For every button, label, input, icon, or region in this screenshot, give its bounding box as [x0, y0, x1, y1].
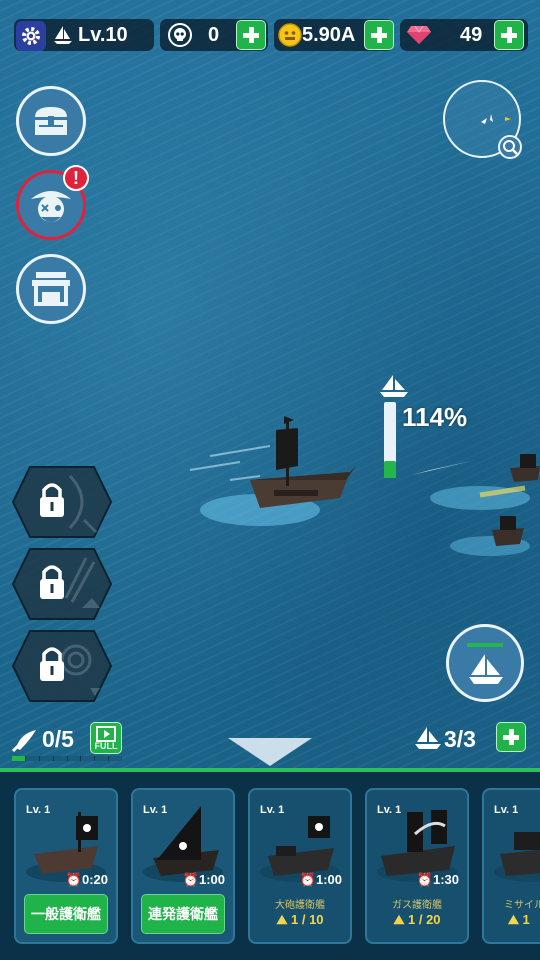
- escort-card-4[interactable]: Lv. 1 ⏰1:30 ガス護衛艦 ⛰ 1 / 20: [365, 788, 469, 944]
- video-icon: [96, 726, 116, 742]
- locked-slot-1[interactable]: [12, 466, 112, 538]
- watch-video-refill-button[interactable]: FULL: [90, 722, 122, 754]
- pirate-icon: [31, 191, 71, 222]
- skull-icon: [168, 23, 192, 47]
- missile-segment: [39, 756, 53, 761]
- clock-icon: ⏰: [416, 872, 433, 887]
- card-name: ミサイル: [504, 900, 540, 911]
- gem-icon: [407, 25, 431, 44]
- minimap[interactable]: [443, 80, 522, 159]
- escort-card-1[interactable]: Lv. 1 ⏰0:20 一般護衛艦: [14, 788, 118, 944]
- fleet-power-gauge: [384, 402, 396, 478]
- locked-slot-2[interactable]: [12, 548, 112, 620]
- ship-count: 3/3: [444, 726, 476, 752]
- missile-segment: [109, 756, 122, 761]
- sailboat-icon: [469, 654, 503, 684]
- add-skull-button[interactable]: [236, 20, 266, 50]
- build-escort-button[interactable]: 一般護衛艦: [24, 894, 108, 934]
- card-progress: ⛰ 1 / 10: [276, 912, 324, 927]
- card-name: ガス護衛艦: [392, 900, 442, 911]
- skull-count: 0: [208, 23, 220, 46]
- coin-icon: [278, 23, 302, 47]
- shop-icon: [32, 272, 70, 306]
- missile-progress-bar: [12, 756, 122, 761]
- level-pill: Lv.10: [14, 19, 154, 51]
- clock-icon: ⏰: [299, 872, 316, 887]
- fleet-power-fill: [384, 461, 396, 478]
- gold-pill: 5.90A: [274, 19, 394, 51]
- shop-button[interactable]: [16, 254, 86, 324]
- missile-segment: [67, 756, 81, 761]
- add-gold-button[interactable]: [364, 20, 394, 50]
- skull-pill: 0: [160, 19, 268, 51]
- card-timer: ⏰1:00: [182, 872, 225, 887]
- card-progress: ⛰ 1: [508, 912, 530, 927]
- card-name: 大砲護衛艦: [275, 900, 325, 911]
- card-level: Lv. 1: [377, 804, 402, 816]
- missile-segment: [95, 756, 109, 761]
- escort-card-3[interactable]: Lv. 1 ⏰1:00 大砲護衛艦 ⛰ 1 / 10: [248, 788, 352, 944]
- card-level: Lv. 1: [143, 804, 168, 816]
- alert-badge: !: [63, 165, 89, 191]
- missile-count: 0/5: [42, 726, 74, 752]
- card-level: Lv. 1: [260, 804, 285, 816]
- locked-slot-3[interactable]: [12, 630, 112, 702]
- card-progress: ⛰ 1 / 20: [393, 912, 441, 927]
- gem-pill: 49: [400, 19, 528, 51]
- full-label: FULL: [94, 741, 118, 751]
- build-escort-button[interactable]: 連発護衛艦: [141, 894, 225, 934]
- sail-button[interactable]: [446, 624, 524, 702]
- missile-segment: [53, 756, 67, 761]
- card-timer: ⏰1:00: [299, 872, 342, 887]
- search-icon[interactable]: [498, 135, 522, 159]
- enemy-ship-2: [492, 516, 524, 546]
- sailboat-icon: [415, 727, 441, 749]
- missile-segment: [25, 756, 39, 761]
- gold-amount: 5.90A: [302, 23, 356, 46]
- sailboat-icon: [54, 26, 72, 44]
- missile-segment: [81, 756, 95, 761]
- escort-card-5[interactable]: Lv. 1 ミサイル ⛰ 1: [482, 788, 540, 944]
- add-ship-button[interactable]: [496, 722, 526, 752]
- treasure-chest-button[interactable]: [16, 86, 86, 156]
- escort-card-2[interactable]: Lv. 1 ⏰1:00 連発護衛艦: [131, 788, 235, 944]
- collapse-panel-arrow[interactable]: [228, 738, 312, 766]
- card-timer: ⏰1:30: [416, 872, 459, 887]
- sailboat-icon: [380, 375, 408, 397]
- chest-icon: [35, 107, 67, 135]
- add-gem-button[interactable]: [494, 20, 524, 50]
- settings-button[interactable]: [16, 21, 46, 51]
- player-ship: [250, 416, 356, 508]
- clock-icon: ⏰: [182, 872, 199, 887]
- battle-scene: [189, 416, 540, 556]
- fleet-power-percent: 114%: [402, 402, 468, 432]
- player-level: Lv.10: [78, 23, 128, 46]
- gem-count: 49: [460, 23, 483, 46]
- card-level: Lv. 1: [494, 804, 519, 816]
- clock-icon: ⏰: [65, 872, 82, 887]
- missile-segment: [12, 756, 25, 761]
- pirate-button[interactable]: !: [16, 165, 89, 240]
- card-timer: ⏰0:20: [65, 872, 108, 887]
- gear-icon: [22, 27, 40, 45]
- missile-icon: [12, 730, 36, 752]
- resource-bar: Lv.10 0 5.90A 49: [14, 19, 528, 51]
- missile-counter: 0/5 FULL: [12, 722, 122, 762]
- escort-ship-panel: Lv. 1 ⏰0:20 一般護衛艦 Lv. 1 ⏰1:00 連発護衛艦 Lv. …: [0, 768, 540, 960]
- card-level: Lv. 1: [26, 804, 51, 816]
